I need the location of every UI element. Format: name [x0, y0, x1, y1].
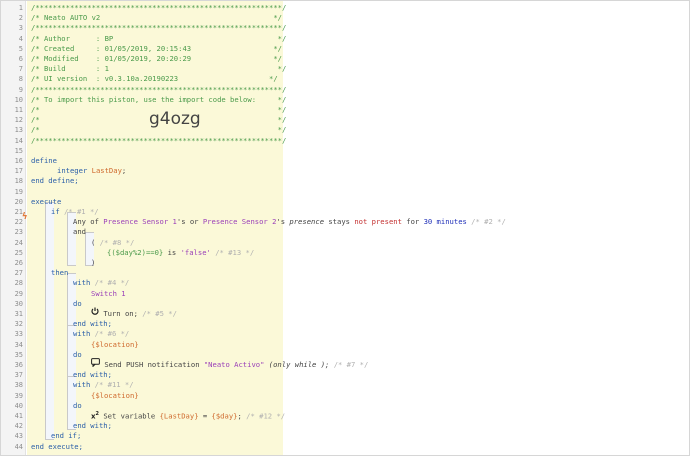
header-border: /***************************************…: [31, 84, 287, 94]
line-number: 30: [14, 299, 23, 308]
lightning-icon: ϟ: [22, 212, 28, 222]
line-number: 20: [14, 197, 23, 206]
code-area: /***************************************…: [27, 1, 689, 455]
header-author: /* Author : BP */: [31, 33, 287, 43]
line-number: 43: [14, 432, 23, 441]
import-code[interactable]: g4ozg: [149, 109, 201, 129]
group-open[interactable]: ( /* #8 */: [91, 238, 134, 248]
line-number: 29: [14, 289, 23, 298]
end-with-keyword: end with;: [73, 370, 112, 380]
header-title: /* Neato AUTO v2 */: [31, 13, 282, 23]
line-number: 24: [14, 238, 23, 247]
line-number: 32: [14, 320, 23, 329]
if-comment: /* #1 */: [63, 207, 99, 216]
line-number: 21: [14, 208, 23, 216]
power-icon: [91, 307, 99, 319]
line-number: 15: [14, 146, 23, 155]
header-ui-version: /* UI version : v0.3.10a.20190223 */: [31, 74, 278, 84]
line-number: 17: [14, 167, 23, 176]
header-created: /* Created : 01/05/2019, 20:15:43 */: [31, 43, 282, 53]
line-number: 25: [14, 248, 23, 257]
line-number: 5: [18, 44, 23, 53]
line-number: 9: [18, 85, 23, 94]
line-number: 33: [14, 330, 23, 339]
line-number: 8: [18, 75, 23, 84]
piston-code-viewer: 1 2 3 4 5 6 7 8 9 10 11 12 13 14 15 16 17 18 19 20 21 22 23 24 2…: [0, 0, 690, 456]
line-number: 4: [18, 34, 23, 43]
if-statement[interactable]: if /* #1 */: [51, 207, 99, 217]
line-number: 28: [14, 279, 23, 288]
define-keyword: define: [31, 156, 57, 165]
line-number: 6: [18, 55, 23, 63]
end-execute-keyword: end execute;: [31, 441, 83, 451]
line-number: 36: [14, 361, 23, 369]
line-number: 34: [14, 340, 23, 349]
do-keyword: do: [73, 298, 82, 308]
line-number: 39: [14, 391, 23, 400]
line-number: 16: [14, 157, 23, 165]
line-number: 40: [14, 401, 23, 410]
group-close: ): [91, 258, 96, 267]
task-set-variable[interactable]: x2 Set variable {LastDay} = {$day}; /* #…: [91, 409, 285, 422]
with-statement[interactable]: with /* #11 */: [73, 380, 134, 390]
line-number: 19: [14, 187, 23, 196]
end-define-keyword: end define;: [31, 176, 79, 186]
task-turn-on[interactable]: Turn on; /* #5 */: [91, 307, 177, 319]
line-number: 31: [14, 310, 23, 318]
line-number: 23: [14, 228, 23, 237]
end-if-keyword: end if;: [51, 431, 82, 441]
line-number: 12: [14, 116, 23, 125]
if-keyword: if: [51, 207, 60, 216]
line-number: 37: [14, 371, 23, 380]
chat-icon: [91, 358, 100, 370]
header-build: /* Build : 1 */: [31, 64, 287, 74]
with-statement[interactable]: with /* #4 */: [73, 278, 129, 288]
device-presence-sensor-2: Presence Sensor 2: [202, 217, 277, 227]
header-modified: /* Modified : 01/05/2019, 20:20:29 */: [31, 54, 282, 63]
line-number: 27: [14, 269, 23, 278]
line-number: 22: [14, 218, 23, 227]
line-number: 42: [14, 422, 23, 431]
expression-condition[interactable]: {($day%2)==0} is 'false' /* #13 */: [107, 248, 254, 258]
line-number: 13: [14, 126, 23, 135]
line-number: 2: [18, 14, 23, 23]
variable-x2-icon: x2: [91, 411, 99, 421]
header-border-bottom: /***************************************…: [31, 135, 287, 145]
location-target[interactable]: {$location}: [91, 391, 139, 401]
var-lastday[interactable]: LastDay: [92, 166, 122, 175]
do-keyword: do: [73, 349, 82, 359]
header-import-message: /* To import this piston, use the import…: [31, 94, 287, 104]
line-number: 1: [18, 4, 23, 12]
line-number: 14: [14, 136, 23, 145]
then-keyword: then: [51, 268, 69, 278]
header-border: /***************************************…: [31, 23, 287, 33]
location-target[interactable]: {$location}: [91, 340, 139, 350]
line-number: 35: [14, 350, 23, 359]
end-with-keyword: end with;: [73, 421, 112, 431]
if-block-guide: [45, 202, 54, 440]
line-number: 11: [14, 106, 23, 114]
line-number: 18: [14, 177, 23, 186]
line-number: 26: [14, 259, 23, 267]
condition-trigger[interactable]: Any of Presence Sensor 1's or Presence S…: [73, 217, 506, 227]
task-send-push[interactable]: Send PUSH notification "Neato Activo" (o…: [91, 358, 368, 370]
with-statement[interactable]: with /* #6 */: [73, 329, 129, 339]
line-number: 7: [18, 65, 23, 74]
variable-declaration: integer LastDay;: [57, 166, 127, 176]
end-with-keyword: end with;: [73, 319, 112, 329]
header-border-top: /***************************************…: [31, 3, 287, 12]
device-presence-sensor-1: Presence Sensor 1: [103, 217, 177, 227]
execute-keyword: execute: [31, 196, 62, 206]
line-number: 44: [14, 442, 23, 451]
do-keyword: do: [73, 400, 82, 410]
line-number-gutter: 1 2 3 4 5 6 7 8 9 10 11 12 13 14 15 16 17 18 19 20 21 22 23 24 2…: [1, 1, 26, 455]
line-number: 3: [18, 24, 23, 33]
line-number: 10: [14, 95, 23, 104]
device-switch-1[interactable]: Switch 1: [91, 289, 126, 299]
line-number: 41: [14, 412, 23, 420]
and-operator: and: [73, 227, 86, 237]
line-number: 38: [14, 381, 23, 390]
type-integer: integer: [57, 166, 88, 176]
